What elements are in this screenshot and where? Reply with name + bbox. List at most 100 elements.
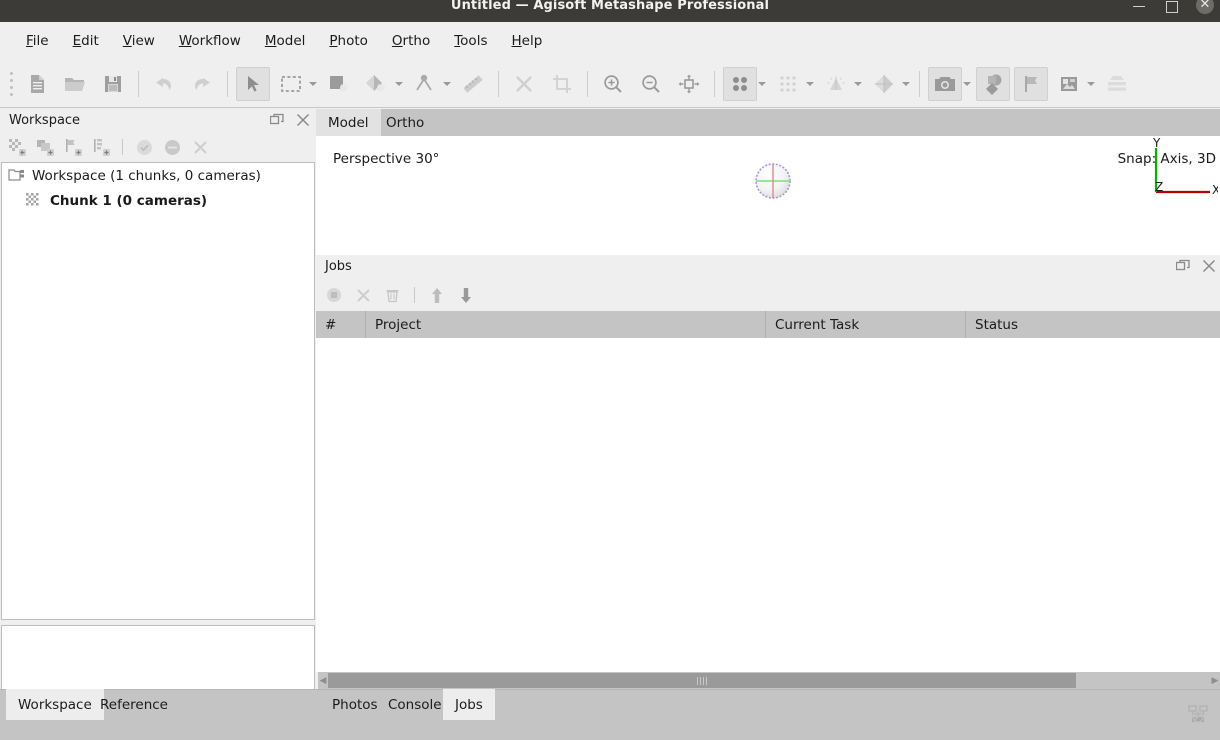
model-viewport[interactable]: Perspective 30° Snap: Axis, 3D Y X Z	[316, 136, 1220, 255]
close-button[interactable]: ✕	[1196, 0, 1214, 14]
mesh-dropdown-icon[interactable]	[852, 82, 864, 86]
maximize-button[interactable]	[1164, 0, 1178, 13]
select-arrow-icon[interactable]	[236, 66, 270, 101]
point-cloud-dropdown-icon[interactable]	[756, 82, 768, 86]
tab-ortho[interactable]: Ortho	[374, 109, 436, 136]
minimize-button[interactable]	[1132, 0, 1146, 12]
jobs-float-button[interactable]	[1176, 259, 1190, 273]
column-header-status[interactable]: Status	[966, 311, 1220, 338]
menu-tools[interactable]: Tools	[442, 29, 499, 53]
remove-icon[interactable]	[189, 136, 211, 158]
jobs-panel-toolbar	[316, 280, 1220, 310]
scroll-left-arrow-icon[interactable]: ◀	[318, 672, 328, 689]
menu-file[interactable]: File	[14, 29, 61, 53]
ruler-icon[interactable]	[456, 67, 490, 101]
tree-item-chunk-1-label: Chunk 1 (0 cameras)	[50, 192, 208, 209]
resize-region-icon[interactable]	[360, 67, 394, 101]
model-dropdown-icon[interactable]	[900, 82, 912, 86]
jobs-close-button[interactable]	[1202, 259, 1216, 273]
save-project-icon[interactable]	[96, 67, 130, 101]
resize-region-dropdown-icon[interactable]	[393, 82, 405, 86]
bottom-tab-jobs[interactable]: Jobs	[443, 689, 495, 720]
menu-view[interactable]: View	[111, 29, 167, 53]
column-header-current-task[interactable]: Current Task	[766, 311, 966, 338]
rectangle-selection-icon[interactable]	[274, 67, 308, 101]
column-header-number[interactable]: #	[316, 311, 366, 338]
model-icon[interactable]	[867, 67, 901, 101]
chunk-icon	[26, 193, 43, 208]
menu-help[interactable]: Help	[499, 29, 554, 53]
workspace-panel-title: Workspace	[0, 109, 316, 131]
toolbar-separator-2	[227, 70, 228, 97]
menu-photo[interactable]: Photo	[317, 29, 380, 53]
add-chunk-icon[interactable]	[6, 136, 28, 158]
move-up-icon[interactable]	[427, 285, 447, 305]
zoom-in-icon[interactable]	[596, 67, 630, 101]
menu-edit[interactable]: Edit	[61, 29, 111, 53]
rectangle-selection-dropdown-icon[interactable]	[307, 82, 319, 86]
menu-workflow[interactable]: Workflow	[167, 29, 253, 53]
workspace-close-button[interactable]	[296, 113, 310, 127]
bottom-tab-reference[interactable]: Reference	[88, 689, 180, 720]
toolbar-separator-5	[714, 70, 715, 97]
delete-job-icon[interactable]	[382, 285, 402, 305]
cancel-job-icon[interactable]	[353, 285, 373, 305]
add-photos-icon[interactable]	[34, 136, 56, 158]
add-markers-icon[interactable]	[62, 136, 84, 158]
move-down-icon[interactable]	[456, 285, 476, 305]
enable-icon[interactable]	[133, 136, 155, 158]
rotate-region-icon[interactable]	[408, 67, 442, 101]
projection-label: Perspective 30°	[333, 151, 440, 167]
shapes-icon[interactable]	[976, 66, 1010, 101]
point-cloud-icon[interactable]	[723, 66, 757, 101]
disable-icon[interactable]	[161, 136, 183, 158]
mesh-icon[interactable]	[819, 67, 853, 101]
svg-text:Z: Z	[1155, 180, 1163, 194]
workspace-icon	[8, 168, 25, 183]
jobs-table-body[interactable]	[316, 338, 1220, 647]
workspace-panel-title-label: Workspace	[9, 112, 81, 128]
delete-selection-icon[interactable]	[507, 67, 541, 101]
workspace-tree[interactable]: Workspace (1 chunks, 0 cameras) Chunk 1 …	[1, 162, 315, 620]
dense-cloud-dropdown-icon[interactable]	[804, 82, 816, 86]
camera-dropdown-icon[interactable]	[961, 82, 973, 86]
tree-item-chunk-1[interactable]: Chunk 1 (0 cameras)	[2, 188, 314, 213]
scrollbar-thumb[interactable]	[328, 673, 1076, 688]
toolbar-separator-3	[498, 70, 499, 97]
tree-item-workspace[interactable]: Workspace (1 chunks, 0 cameras)	[2, 163, 314, 188]
bottom-tab-console[interactable]: Console	[376, 689, 454, 720]
texture-dropdown-icon[interactable]	[1085, 82, 1097, 86]
crop-selection-icon[interactable]	[545, 67, 579, 101]
menu-ortho[interactable]: Ortho	[380, 29, 442, 53]
texture-icon[interactable]	[1052, 67, 1086, 101]
workspace-float-button[interactable]	[270, 113, 284, 127]
trackball-gizmo[interactable]	[753, 161, 793, 201]
free-form-selection-icon[interactable]	[322, 67, 356, 101]
menu-model[interactable]: Model	[253, 29, 318, 53]
jobs-horizontal-scrollbar[interactable]: ◀ ▶	[318, 672, 1220, 689]
toolbar-grip[interactable]	[4, 60, 18, 108]
undo-icon[interactable]	[147, 67, 181, 101]
stop-job-icon[interactable]	[324, 285, 344, 305]
window-title: Untitled — Agisoft Metashape Professiona…	[450, 0, 770, 13]
rotate-region-dropdown-icon[interactable]	[441, 82, 453, 86]
toolbar-separator-1	[138, 70, 139, 97]
redo-icon[interactable]	[185, 67, 219, 101]
column-header-project[interactable]: Project	[366, 311, 766, 338]
window-controls: ✕	[1132, 0, 1214, 16]
reset-view-icon[interactable]	[672, 67, 706, 101]
jobs-table[interactable]: # Project Current Task Status	[316, 311, 1220, 672]
open-project-icon[interactable]	[58, 67, 92, 101]
camera-icon[interactable]	[928, 66, 962, 101]
scrollbar-grip	[697, 677, 708, 685]
layers-icon[interactable]	[1100, 67, 1134, 101]
zoom-out-icon[interactable]	[634, 67, 668, 101]
new-project-icon[interactable]	[20, 67, 54, 101]
markers-icon[interactable]	[1014, 66, 1048, 101]
tab-model[interactable]: Model	[316, 109, 381, 136]
jobs-toolbar-separator	[414, 287, 415, 303]
add-scalebar-icon[interactable]	[90, 136, 112, 158]
dense-cloud-icon[interactable]	[771, 67, 805, 101]
main-toolbar	[0, 60, 1220, 108]
scroll-right-arrow-icon[interactable]: ▶	[1210, 672, 1220, 689]
